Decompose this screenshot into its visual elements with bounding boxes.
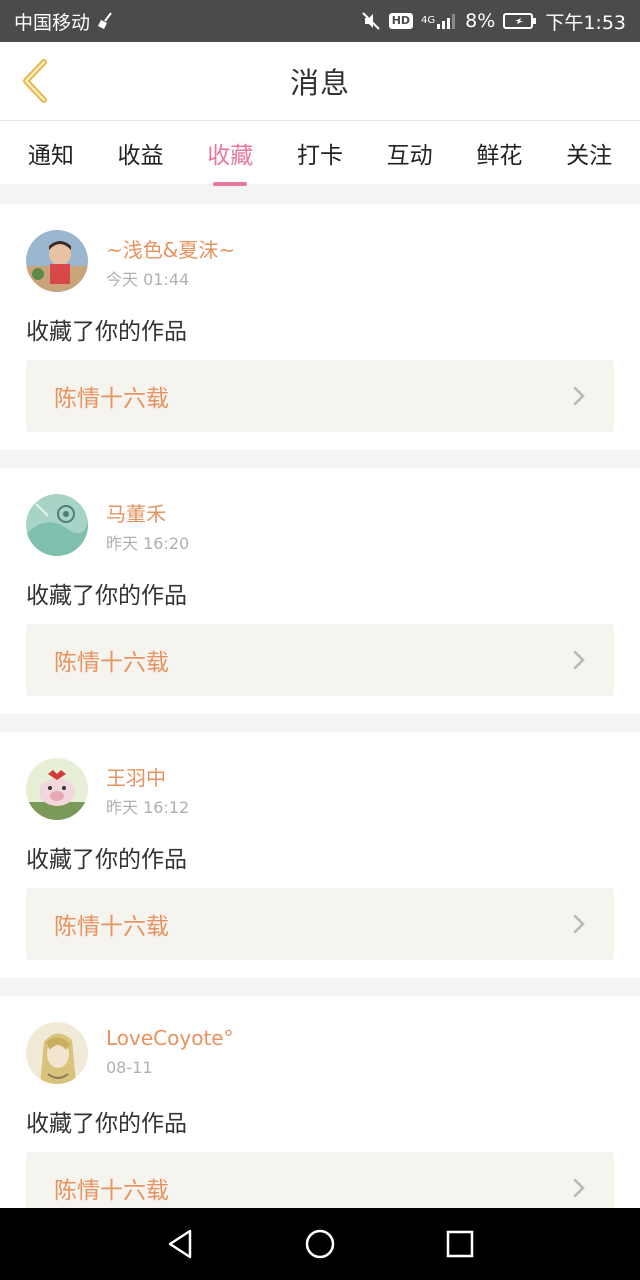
avatar[interactable] [26,758,88,820]
tab-bar: 通知 收益 收藏 打卡 互动 鲜花 关注 [0,120,640,186]
username[interactable]: 王羽中 [106,762,166,791]
chevron-right-icon [572,649,586,671]
chevron-right-icon [572,1177,586,1199]
network-label: 4G [421,15,436,26]
tab-label: 通知 [27,142,74,169]
message-card: 王羽中 昨天 16:12 收藏了你的作品 陈情十六载 [0,732,640,978]
message-list: ~浅色&夏沫~ 今天 01:44 收藏了你的作品 陈情十六载 马董禾 昨天 16… [0,204,640,1260]
back-button[interactable] [14,56,58,106]
triangle-back-icon [168,1229,192,1259]
tab-label: 鲜花 [476,142,523,169]
timestamp: 今天 01:44 [106,270,190,289]
work-title: 陈情十六载 [54,386,169,412]
nav-home-button[interactable] [290,1214,350,1274]
tab-label: 打卡 [296,142,343,169]
tab-favorites[interactable]: 收藏 [201,128,259,186]
message-card: LoveCoyote° 08-11 收藏了你的作品 陈情十六载 [0,996,640,1242]
chevron-right-icon [572,385,586,407]
hd-badge: HD [388,13,414,29]
username[interactable]: LoveCoyote° [106,1026,234,1050]
work-link[interactable]: 陈情十六载 [26,624,614,696]
username[interactable]: ~浅色&夏沫~ [106,234,235,263]
signal-icon: 4G [421,12,457,30]
tab-checkin[interactable]: 打卡 [291,128,349,178]
work-link[interactable]: 陈情十六载 [26,888,614,960]
chevron-right-icon [572,913,586,935]
timestamp: 昨天 16:12 [106,798,190,817]
tab-label: 互动 [386,142,433,169]
tab-interactions[interactable]: 互动 [381,128,439,178]
timestamp: 昨天 16:20 [106,534,190,553]
back-arrow-icon [23,59,47,103]
battery-icon [503,12,537,30]
header: 消息 [0,42,640,120]
broom-icon [96,11,116,31]
username[interactable]: 马董禾 [106,498,166,527]
tab-label: 收藏 [207,142,254,169]
action-text: 收藏了你的作品 [26,319,187,345]
work-title: 陈情十六载 [54,1178,169,1204]
action-text: 收藏了你的作品 [26,583,187,609]
avatar[interactable] [26,230,88,292]
mute-icon [361,11,381,31]
system-nav-bar [0,1208,640,1280]
square-recents-icon [446,1230,474,1258]
nav-back-button[interactable] [150,1214,210,1274]
tab-follows[interactable]: 关注 [560,128,618,178]
circle-home-icon [305,1229,335,1259]
tab-label: 关注 [566,142,613,169]
action-text: 收藏了你的作品 [26,847,187,873]
action-text: 收藏了你的作品 [26,1111,187,1137]
nav-recents-button[interactable] [430,1214,490,1274]
battery-percent: 8% [465,10,496,32]
carrier-label: 中国移动 [14,11,91,34]
tab-flowers[interactable]: 鲜花 [470,128,528,178]
tab-notifications[interactable]: 通知 [22,128,80,178]
work-title: 陈情十六载 [54,650,169,676]
status-bar: 中国移动 HD 4G 8% 下午1:53 [0,0,640,42]
work-title: 陈情十六载 [54,914,169,940]
message-card: 马董禾 昨天 16:20 收藏了你的作品 陈情十六载 [0,468,640,714]
avatar[interactable] [26,1022,88,1084]
timestamp: 08-11 [106,1058,153,1077]
work-link[interactable]: 陈情十六载 [26,360,614,432]
page-title: 消息 [289,66,350,100]
avatar[interactable] [26,494,88,556]
active-tab-indicator [213,181,248,186]
tab-label: 收益 [117,142,164,169]
message-card: ~浅色&夏沫~ 今天 01:44 收藏了你的作品 陈情十六载 [0,204,640,450]
tab-earnings[interactable]: 收益 [112,128,170,178]
clock: 下午1:53 [545,11,626,34]
